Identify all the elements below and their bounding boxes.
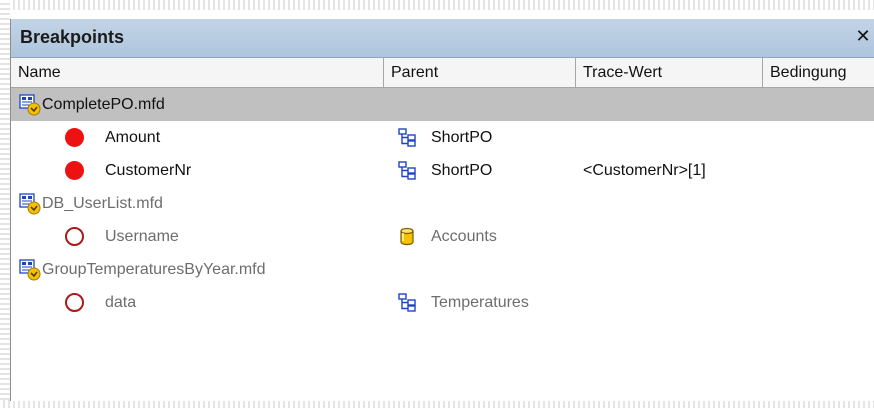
breakpoint-inactive-icon[interactable] — [65, 227, 84, 246]
mapping-name: GroupTemperaturesByYear.mfd — [42, 261, 266, 278]
tree-row-username[interactable]: Username Accounts — [11, 220, 874, 253]
mapping-name: DB_UserList.mfd — [42, 195, 163, 212]
mapping-file-icon — [19, 259, 41, 281]
database-icon — [400, 227, 414, 246]
column-header-condition[interactable]: Bedingung — [763, 58, 874, 87]
page-edge-bottom — [0, 400, 874, 408]
panel-title: Breakpoints — [20, 27, 125, 47]
schema-structure-icon — [398, 161, 416, 180]
tree-row-completepo[interactable]: CompletePO.mfd — [11, 88, 874, 121]
tree-row-customernr[interactable]: CustomerNr ShortPO <CustomerNr>[1] — [11, 154, 874, 187]
schema-structure-icon — [398, 128, 416, 147]
breakpoint-parent: ShortPO — [431, 129, 493, 146]
breakpoint-name: Username — [105, 228, 179, 245]
tree-row-db-userlist[interactable]: DB_UserList.mfd — [11, 187, 874, 220]
tree-row-grouptemperatures[interactable]: GroupTemperaturesByYear.mfd — [11, 253, 874, 286]
breakpoint-name: data — [105, 294, 137, 311]
close-icon[interactable]: ✕ — [853, 26, 873, 48]
tree-row-data[interactable]: data Temperatures — [11, 286, 874, 319]
trace-value: <CustomerNr>[1] — [583, 162, 706, 179]
breakpoint-active-icon[interactable] — [65, 128, 84, 147]
mapping-file-icon — [19, 94, 41, 116]
column-header: Name Parent Trace-Wert Bedingung — [11, 58, 874, 88]
breakpoint-parent: Accounts — [431, 228, 497, 245]
mapping-file-icon — [19, 193, 41, 215]
column-header-trace-value[interactable]: Trace-Wert — [576, 58, 763, 87]
column-header-parent[interactable]: Parent — [384, 58, 576, 87]
breakpoint-active-icon[interactable] — [65, 161, 84, 180]
tree-row-amount[interactable]: Amount ShortPO — [11, 121, 874, 154]
breakpoint-name: CustomerNr — [105, 162, 192, 179]
breakpoint-name: Amount — [105, 129, 161, 146]
breakpoint-inactive-icon[interactable] — [65, 293, 84, 312]
breakpoint-parent: ShortPO — [431, 162, 493, 179]
page-edge-top — [0, 0, 874, 10]
breakpoints-panel: Breakpoints ✕ Name Parent Trace-Wert Bed… — [10, 19, 874, 401]
column-header-name[interactable]: Name — [11, 58, 384, 87]
mapping-name: CompletePO.mfd — [42, 96, 165, 113]
schema-structure-icon — [398, 293, 416, 312]
panel-titlebar: Breakpoints ✕ — [11, 19, 874, 58]
breakpoint-parent: Temperatures — [431, 294, 529, 311]
page-edge-left — [0, 0, 10, 408]
